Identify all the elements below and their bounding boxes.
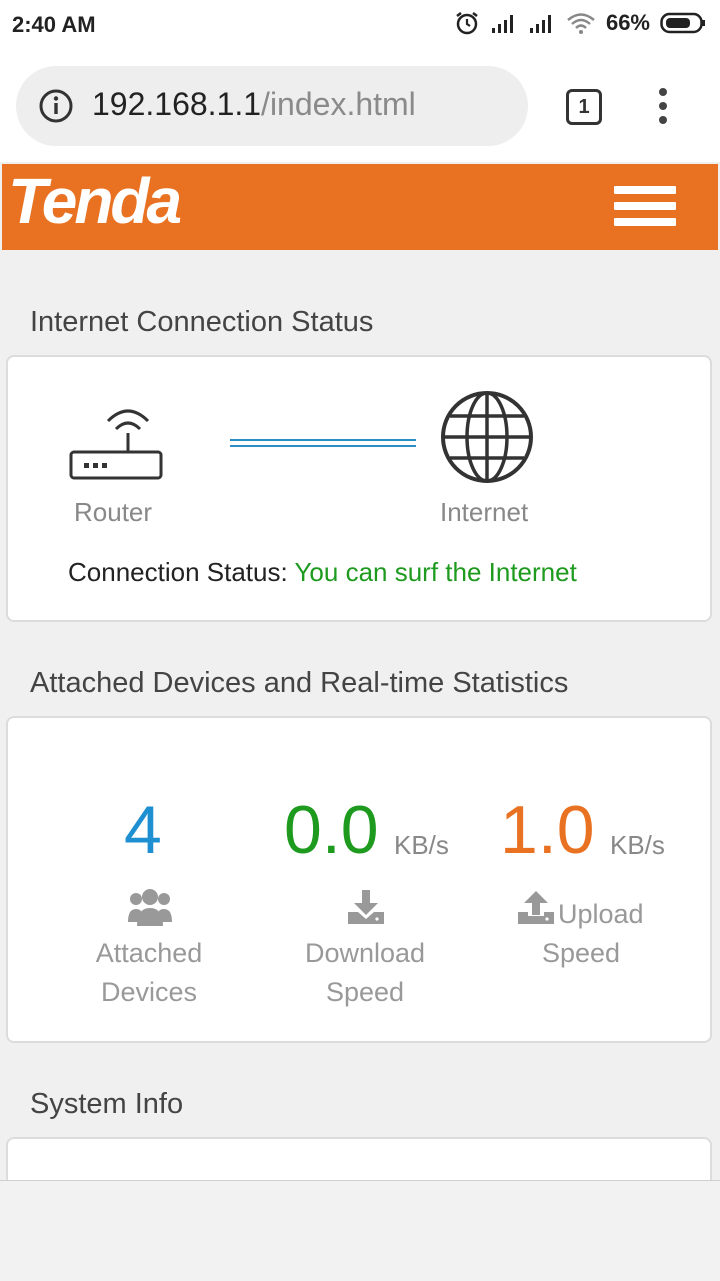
internet-status-title: Internet Connection Status (30, 306, 374, 338)
wifi-icon (567, 13, 595, 34)
internet-status-card: Router Internet Connection Status: You c… (6, 355, 712, 622)
status-bar: 2:40 AM 66% (0, 0, 720, 52)
connection-status-label: Connection Status: (68, 557, 288, 587)
router-icon (69, 409, 163, 480)
connection-status-value: You can surf the Internet (294, 557, 577, 587)
upload-speed-label-line2: Speed (542, 938, 621, 968)
alarm-icon (456, 12, 478, 35)
status-icons: 66% (454, 10, 706, 36)
users-icon (128, 889, 172, 926)
tenda-logo: Tenda (8, 165, 182, 237)
signal-icon (491, 15, 513, 33)
upload-speed-unit: KB/s (610, 830, 665, 860)
address-bar[interactable]: 192.168.1.1/index.html (16, 66, 528, 146)
download-speed-label: Download Speed (304, 938, 426, 1007)
battery-icon (660, 12, 705, 34)
stats-title: Attached Devices and Real-time Statistic… (30, 667, 569, 699)
status-time: 2:40 AM (12, 12, 96, 37)
signal-icon (529, 15, 551, 33)
url-text[interactable]: 192.168.1.1/index.html (92, 86, 416, 123)
globe-icon (441, 391, 533, 483)
download-speed-value: 0.0 (284, 792, 379, 868)
tab-switcher-button[interactable]: 1 (566, 89, 602, 125)
stats-card: 4 Attached Devices 0.0 KB/s Download Spe… (6, 716, 712, 1043)
download-icon (348, 890, 384, 924)
upload-icon (518, 891, 554, 924)
attached-devices-label: Attached Devices (95, 938, 203, 1007)
connection-status: Connection Status: You can surf the Inte… (68, 557, 577, 588)
battery-percent: 66% (605, 10, 650, 35)
hamburger-menu-icon[interactable] (614, 186, 676, 234)
info-icon[interactable] (38, 88, 74, 124)
url-host: 192.168.1.1 (92, 86, 262, 122)
browser-menu-button[interactable] (656, 88, 670, 130)
upload-speed-value: 1.0 (500, 792, 595, 868)
attached-devices-count: 4 (124, 792, 162, 868)
url-path: /index.html (261, 86, 416, 122)
upload-speed-label-line1: Upload (558, 899, 644, 929)
internet-label: Internet (440, 497, 529, 527)
connection-line (230, 439, 416, 447)
router-label: Router (74, 497, 153, 527)
browser-toolbar: 192.168.1.1/index.html (0, 52, 720, 162)
download-speed-unit: KB/s (394, 830, 449, 860)
system-info-title: System Info (30, 1088, 184, 1120)
app-header: Tenda (2, 164, 718, 250)
bottom-bar (0, 1180, 720, 1281)
